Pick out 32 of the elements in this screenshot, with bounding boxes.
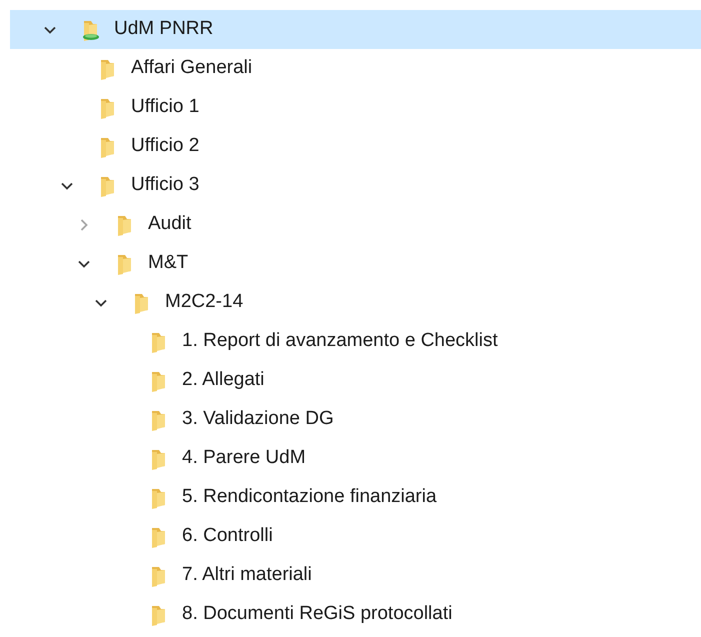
item-label: Ufficio 3 — [131, 173, 200, 198]
item-label: 5. Rendicontazione finanziaria — [182, 485, 437, 510]
tree-item[interactable]: Affari Generali — [10, 49, 701, 88]
tree-item[interactable]: 5. Rendicontazione finanziaria — [10, 478, 701, 517]
tree-item[interactable]: Audit — [10, 205, 701, 244]
tree-item[interactable]: 7. Altri materiali — [10, 556, 701, 595]
item-label: 3. Validazione DG — [182, 407, 334, 432]
tree-item[interactable]: 3. Validazione DG — [10, 400, 701, 439]
tree-item[interactable]: 2. Allegati — [10, 361, 701, 400]
tree-item[interactable]: M2C2-14 — [10, 283, 701, 322]
item-label: Ufficio 1 — [131, 95, 200, 120]
item-label: 2. Allegati — [182, 368, 264, 392]
item-label: 6. Controlli — [182, 524, 273, 548]
item-label: Audit — [148, 212, 192, 236]
item-label: M2C2-14 — [165, 290, 244, 314]
tree-item[interactable]: 8. Documenti ReGiS protocollati — [10, 595, 701, 634]
tree-item[interactable]: M&T — [10, 244, 701, 283]
item-label: 7. Altri materiali — [182, 563, 312, 588]
item-label: Affari Generali — [131, 56, 252, 80]
tree-item[interactable]: UdM PNRR — [10, 10, 701, 49]
item-label: 8. Documenti ReGiS protocollati — [182, 602, 452, 626]
tree-item[interactable]: Ufficio 1 — [10, 88, 701, 127]
item-label: Ufficio 2 — [131, 134, 200, 158]
tree-item[interactable]: 4. Parere UdM — [10, 439, 701, 478]
tree-item[interactable]: Ufficio 2 — [10, 127, 701, 166]
tree-item[interactable]: 1. Report di avanzamento e Checklist — [10, 322, 701, 361]
tree-item[interactable]: Ufficio 3 — [10, 166, 701, 205]
item-label: UdM PNRR — [114, 17, 214, 42]
tree-item[interactable]: 6. Controlli — [10, 517, 701, 556]
item-label: M&T — [148, 251, 188, 276]
item-label: 1. Report di avanzamento e Checklist — [182, 329, 498, 354]
item-label: 4. Parere UdM — [182, 446, 306, 470]
